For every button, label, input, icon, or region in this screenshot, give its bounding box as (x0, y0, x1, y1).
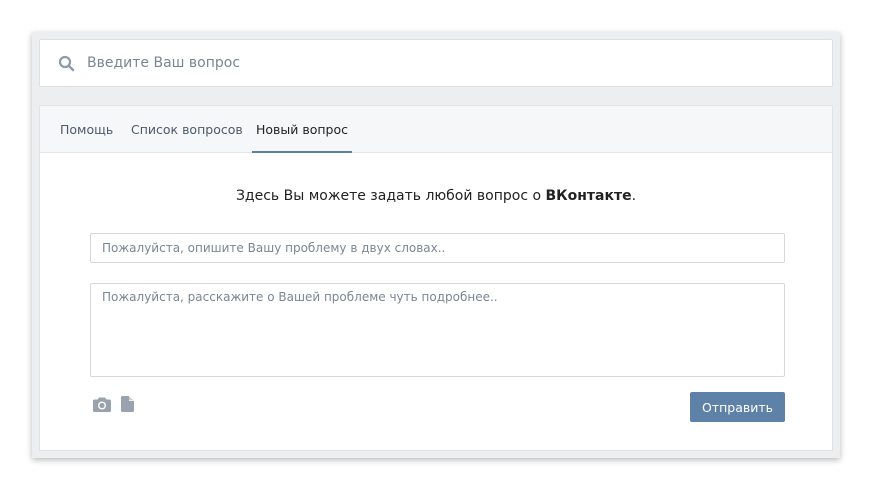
search-bar (39, 39, 833, 87)
search-icon (58, 55, 75, 72)
tab-help[interactable]: Помощь (60, 106, 113, 152)
send-button[interactable]: Отправить (690, 392, 785, 422)
intro-text-main: Здесь Вы можете задать любой вопрос о (235, 188, 546, 204)
document-icon[interactable] (121, 396, 134, 412)
search-input[interactable] (87, 40, 807, 86)
tab-new-question[interactable]: Новый вопрос (252, 106, 352, 153)
question-details-textarea[interactable] (90, 283, 785, 377)
tab-question-list[interactable]: Список вопросов (131, 106, 243, 152)
brand-name: ВКонтакте (545, 188, 632, 204)
intro-text: Здесь Вы можете задать любой вопрос о ВК… (40, 188, 832, 204)
new-question-panel: Помощь Список вопросов Новый вопрос Здес… (39, 105, 833, 451)
question-subject-input[interactable] (90, 233, 785, 263)
intro-text-end: . (631, 188, 637, 204)
camera-icon[interactable] (93, 397, 111, 412)
tab-bar: Помощь Список вопросов Новый вопрос (40, 106, 832, 153)
